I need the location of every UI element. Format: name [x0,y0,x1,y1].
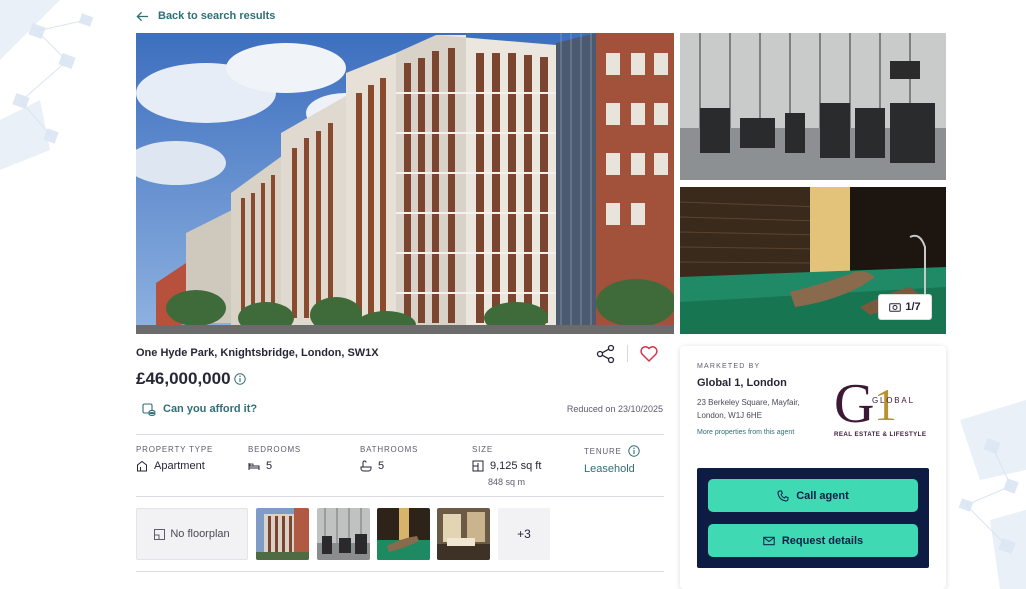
afford-label: Can you afford it? [163,403,258,415]
fact-label: PROPERTY TYPE [136,445,214,454]
thumbnail-gym[interactable] [317,508,370,560]
fact-label: BEDROOMS [248,445,302,454]
back-to-search-link[interactable]: Back to search results [136,8,275,24]
fact-value: 5 [266,460,273,472]
divider [136,571,664,572]
tenure-link[interactable]: Leasehold [584,463,635,475]
main-property-photo[interactable] [136,33,674,334]
bed-icon [248,463,260,470]
floorplan-label: No floorplan [170,528,230,540]
back-link-label: Back to search results [158,10,276,22]
agent-address: 23 Berkeley Square, Mayfair, London, W1J… [697,396,827,422]
agent-card: MARKETED BY Global 1, London 23 Berkeley… [680,346,946,589]
phone-icon [777,490,789,502]
floorplan-placeholder[interactable]: No floorplan [136,508,248,560]
thumbnail-exterior[interactable] [256,508,309,560]
fact-value: Apartment [154,460,205,472]
marketed-by-label: MARKETED BY [697,363,761,370]
fact-label: BATHROOMS [360,445,419,454]
call-agent-label: Call agent [796,489,849,502]
logo-letter-g: G [834,373,874,435]
floorplan-icon [154,528,166,540]
agent-address-line2: London, W1J 6HE [697,411,762,420]
request-details-button[interactable]: Request details [708,524,918,557]
photo-counter-label: 1/7 [905,301,921,313]
more-properties-link[interactable]: More properties from this agent [697,429,794,436]
divider [136,434,664,435]
fact-bathrooms: BATHROOMS 5 [360,445,418,472]
share-icon[interactable] [596,344,616,364]
arrow-left-icon [136,11,149,21]
info-icon[interactable] [234,373,246,385]
call-agent-button[interactable]: Call agent [708,479,918,512]
camera-icon [889,303,902,312]
fact-size: SIZE 9,125 sq ft 848 sq m [472,445,541,487]
fact-bedrooms: BEDROOMS 5 [248,445,301,472]
agent-address-line1: 23 Berkeley Square, Mayfair, [697,398,800,407]
divider [136,496,664,497]
logo-word: GLOBAL [872,396,915,405]
thumbnail-interior[interactable] [437,508,490,560]
agent-name: Global 1, London [697,377,787,389]
photo-counter-button[interactable]: 1/7 [878,294,932,320]
fact-label: SIZE [472,445,493,454]
agent-logo[interactable]: G 1 GLOBAL REAL ESTATE & LIFESTYLE [832,370,932,442]
request-details-label: Request details [781,534,864,547]
size-sqm: 848 sq m [488,477,526,487]
fact-value: 9,125 sq ft [490,460,542,472]
reduced-date: Reduced on 23/10/2025 [566,404,663,414]
property-price: £46,000,000 [136,369,231,388]
gym-photo[interactable] [680,33,946,180]
floor-area-icon [472,460,484,472]
fact-property-type: PROPERTY TYPE Apartment [136,445,213,472]
more-photos-button[interactable]: +3 [498,508,550,560]
property-address: One Hyde Park, Knightsbridge, London, SW… [136,347,379,359]
contact-panel: Call agent Request details [697,468,929,568]
logo-tagline: REAL ESTATE & LIFESTYLE [834,431,926,438]
thumbnail-spa[interactable] [377,508,430,560]
bath-icon [360,460,372,472]
fact-value: 5 [378,460,385,472]
house-icon [137,460,147,472]
envelope-icon [763,536,775,545]
fact-label: TENURE [584,446,622,456]
info-icon[interactable] [628,445,640,457]
fact-tenure: TENURE Leasehold [584,445,640,475]
afford-calculator-link[interactable]: Can you afford it? [142,402,257,416]
action-divider [627,345,628,362]
heart-icon[interactable] [639,344,659,364]
coins-icon [142,403,156,416]
